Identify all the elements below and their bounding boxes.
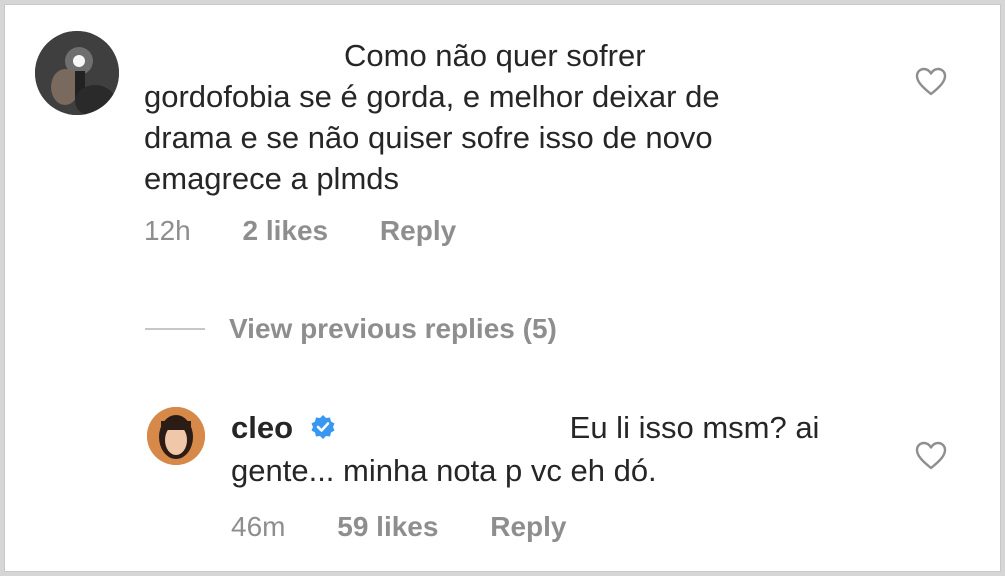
reply-avatar[interactable]: [147, 407, 205, 465]
reply-timestamp: 46m: [231, 511, 286, 542]
comment-line: drama e se não quiser sofre isso de novo: [144, 120, 713, 155]
comment-line: gordofobia se é gorda, e melhor deixar d…: [144, 79, 720, 114]
heart-outline-icon[interactable]: [915, 441, 947, 476]
commenter-avatar[interactable]: [35, 31, 119, 115]
verified-badge-icon: [310, 409, 336, 450]
divider-line: [145, 328, 205, 330]
heart-outline-icon[interactable]: [915, 67, 947, 102]
view-previous-replies-button[interactable]: View previous replies (5): [145, 313, 557, 345]
likes-count-button[interactable]: 59 likes: [337, 511, 438, 543]
comment-timestamp: 12h: [144, 215, 191, 246]
comment-line: emagrece a plmds: [144, 161, 400, 196]
comment-line: Como não quer sofrer: [344, 38, 646, 73]
reply-meta: 46m 59 likes Reply: [231, 511, 610, 543]
reply-button[interactable]: Reply: [490, 511, 566, 543]
comments-panel: Como não quer sofrer gordofobia se é gor…: [4, 4, 1001, 572]
likes-count-button[interactable]: 2 likes: [243, 215, 329, 247]
reply-button[interactable]: Reply: [380, 215, 456, 247]
username-link[interactable]: cleo: [231, 410, 293, 445]
comment-meta: 12h 2 likes Reply: [144, 215, 500, 247]
reply-line: Eu li isso msm? ai: [569, 410, 820, 445]
view-previous-replies-label: View previous replies (5): [229, 313, 557, 344]
reply-line: gente... minha nota p vc eh dó.: [231, 453, 657, 489]
comment-text: Como não quer sofrer gordofobia se é gor…: [144, 35, 844, 199]
reply-text: cleo Eu li isso msm? ai gente... minha n…: [231, 407, 931, 491]
